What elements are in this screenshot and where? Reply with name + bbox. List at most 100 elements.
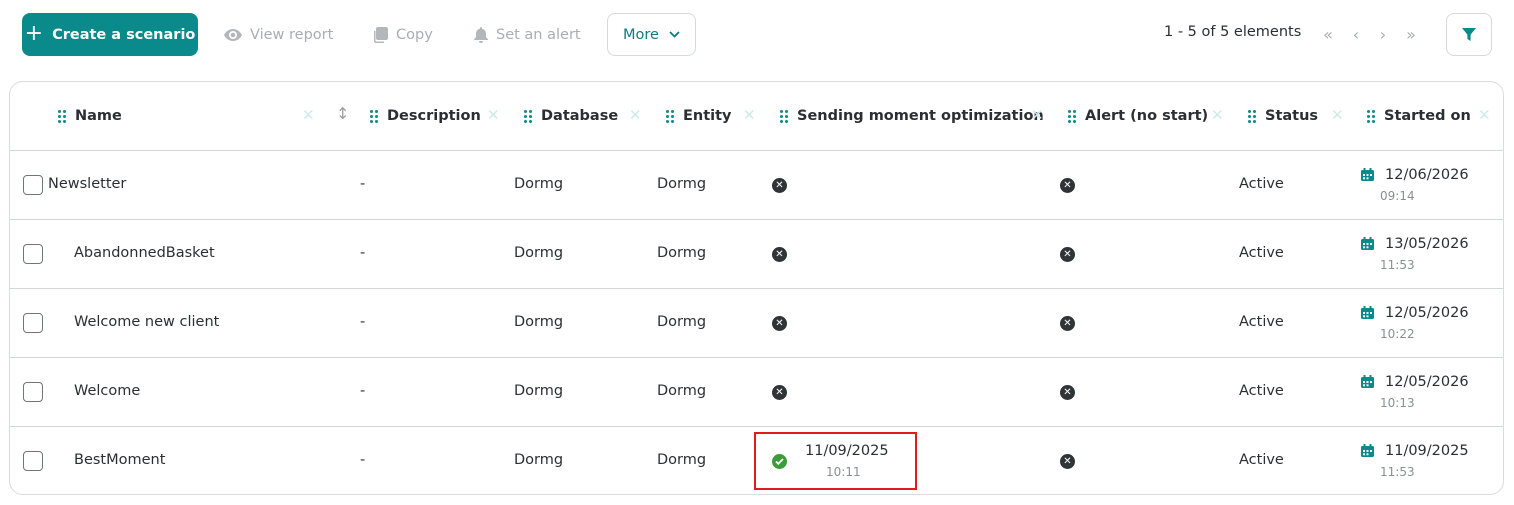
cell-name: Welcome new client bbox=[74, 314, 220, 330]
column-header-name[interactable]: Name bbox=[58, 104, 122, 128]
cell-entity: Dormg bbox=[657, 245, 707, 261]
first-page-icon[interactable]: « bbox=[1318, 24, 1338, 44]
table-row[interactable]: Welcome - Dormg Dormg ✕ ✕ Active 12/05/2… bbox=[10, 358, 1503, 427]
last-page-icon[interactable]: » bbox=[1401, 24, 1421, 44]
cell-entity: Dormg bbox=[657, 383, 707, 399]
column-label: Database bbox=[541, 108, 619, 124]
drag-handle-icon[interactable] bbox=[58, 109, 66, 123]
drag-handle-icon[interactable] bbox=[1367, 109, 1375, 123]
calendar-icon bbox=[1361, 444, 1374, 457]
calendar-icon bbox=[1361, 306, 1374, 319]
eye-icon bbox=[224, 29, 242, 41]
row-checkbox[interactable] bbox=[23, 313, 43, 333]
calendar-icon bbox=[1361, 237, 1374, 250]
started-date: 12/06/2026 bbox=[1385, 167, 1469, 183]
optimization-date: 11/09/2025 bbox=[805, 443, 889, 459]
started-time: 10:22 bbox=[1380, 327, 1415, 341]
create-scenario-button[interactable]: + Create a scenario bbox=[22, 13, 198, 56]
started-date: 12/05/2026 bbox=[1385, 305, 1469, 321]
remove-column-icon[interactable]: ✕ bbox=[487, 106, 500, 124]
remove-column-icon[interactable]: ✕ bbox=[1031, 106, 1044, 124]
drag-handle-icon[interactable] bbox=[666, 109, 674, 123]
column-label: Name bbox=[75, 108, 122, 124]
cell-status: Active bbox=[1239, 245, 1284, 261]
remove-column-icon[interactable]: ✕ bbox=[743, 106, 756, 124]
optimization-time: 10:11 bbox=[826, 465, 861, 479]
started-date: 12/05/2026 bbox=[1385, 374, 1469, 390]
filter-button[interactable] bbox=[1446, 13, 1492, 56]
cell-description: - bbox=[360, 176, 366, 192]
drag-handle-icon[interactable] bbox=[524, 109, 532, 123]
plus-icon: + bbox=[24, 20, 44, 46]
cross-circle-icon: ✕ bbox=[772, 178, 787, 193]
remove-column-icon[interactable]: ✕ bbox=[1211, 106, 1224, 124]
cell-status: Active bbox=[1239, 176, 1284, 192]
row-checkbox[interactable] bbox=[23, 451, 43, 471]
remove-column-icon[interactable]: ✕ bbox=[1331, 106, 1344, 124]
cross-circle-icon: ✕ bbox=[772, 247, 787, 262]
check-circle-icon bbox=[772, 454, 787, 469]
remove-column-icon[interactable]: ✕ bbox=[302, 106, 315, 124]
started-time: 10:13 bbox=[1380, 396, 1415, 410]
row-checkbox[interactable] bbox=[23, 175, 43, 195]
set-alert-label: Set an alert bbox=[496, 27, 581, 43]
more-dropdown-button[interactable]: More bbox=[607, 13, 696, 56]
started-date: 13/05/2026 bbox=[1385, 236, 1469, 252]
cell-name: AbandonnedBasket bbox=[74, 245, 215, 261]
row-checkbox[interactable] bbox=[23, 244, 43, 264]
drag-handle-icon[interactable] bbox=[1248, 109, 1256, 123]
view-report-button[interactable]: View report bbox=[224, 22, 333, 48]
cross-circle-icon: ✕ bbox=[1060, 316, 1075, 331]
cell-name: Newsletter bbox=[48, 176, 127, 192]
table-row[interactable]: AbandonnedBasket - Dormg Dormg ✕ ✕ Activ… bbox=[10, 220, 1503, 289]
sort-icon[interactable]: ↕ bbox=[336, 104, 349, 123]
previous-page-icon[interactable]: ‹ bbox=[1346, 24, 1366, 44]
cell-database: Dormg bbox=[514, 452, 564, 468]
filter-icon bbox=[1462, 27, 1476, 41]
remove-column-icon[interactable]: ✕ bbox=[629, 106, 642, 124]
cell-status: Active bbox=[1239, 314, 1284, 330]
table-row[interactable]: Welcome new client - Dormg Dormg ✕ ✕ Act… bbox=[10, 289, 1503, 358]
view-report-label: View report bbox=[250, 27, 334, 43]
cell-description: - bbox=[360, 383, 366, 399]
drag-handle-icon[interactable] bbox=[370, 109, 378, 123]
table-row[interactable]: Newsletter - Dormg Dormg ✕ ✕ Active 12/0… bbox=[10, 151, 1503, 220]
next-page-icon[interactable]: › bbox=[1373, 24, 1393, 44]
bell-icon bbox=[474, 27, 488, 43]
chevron-down-icon bbox=[669, 31, 680, 38]
started-time: 09:14 bbox=[1380, 189, 1415, 203]
cross-circle-icon: ✕ bbox=[772, 385, 787, 400]
started-date: 11/09/2025 bbox=[1385, 443, 1469, 459]
column-label: Sending moment optimization bbox=[797, 108, 1044, 124]
column-label: Status bbox=[1265, 108, 1319, 124]
cell-database: Dormg bbox=[514, 314, 564, 330]
column-header-entity[interactable]: Entity bbox=[666, 104, 732, 128]
column-label: Alert (no start) bbox=[1085, 108, 1209, 124]
set-alert-button[interactable]: Set an alert bbox=[474, 22, 581, 48]
drag-handle-icon[interactable] bbox=[780, 109, 788, 123]
create-scenario-label: Create a scenario bbox=[52, 26, 196, 43]
column-header-sending-moment-optimization[interactable]: Sending moment optimization bbox=[780, 104, 1044, 128]
table-row[interactable]: BestMoment - Dormg Dormg 11/09/2025 10:1… bbox=[10, 427, 1503, 494]
calendar-icon bbox=[1361, 168, 1374, 181]
column-header-started-on[interactable]: Started on bbox=[1367, 104, 1471, 128]
row-checkbox[interactable] bbox=[23, 382, 43, 402]
copy-button[interactable]: Copy bbox=[374, 22, 433, 48]
copy-label: Copy bbox=[396, 27, 433, 43]
column-header-status[interactable]: Status bbox=[1248, 104, 1318, 128]
cell-entity: Dormg bbox=[657, 452, 707, 468]
pagination-info: 1 - 5 of 5 elements bbox=[1164, 24, 1302, 40]
cell-entity: Dormg bbox=[657, 314, 707, 330]
toolbar: + Create a scenario View report Copy Set… bbox=[0, 0, 1514, 70]
copy-icon bbox=[374, 27, 388, 43]
cell-description: - bbox=[360, 314, 366, 330]
column-header-description[interactable]: Description bbox=[370, 104, 481, 128]
drag-handle-icon[interactable] bbox=[1068, 109, 1076, 123]
column-header-alert[interactable]: Alert (no start) bbox=[1068, 104, 1208, 128]
cell-status: Active bbox=[1239, 383, 1284, 399]
column-header-database[interactable]: Database bbox=[524, 104, 618, 128]
cell-database: Dormg bbox=[514, 245, 564, 261]
remove-column-icon[interactable]: ✕ bbox=[1478, 106, 1491, 124]
column-label: Description bbox=[387, 108, 481, 124]
table-header: Name ✕ ↕ Description ✕ Database ✕ Entity… bbox=[10, 82, 1503, 151]
